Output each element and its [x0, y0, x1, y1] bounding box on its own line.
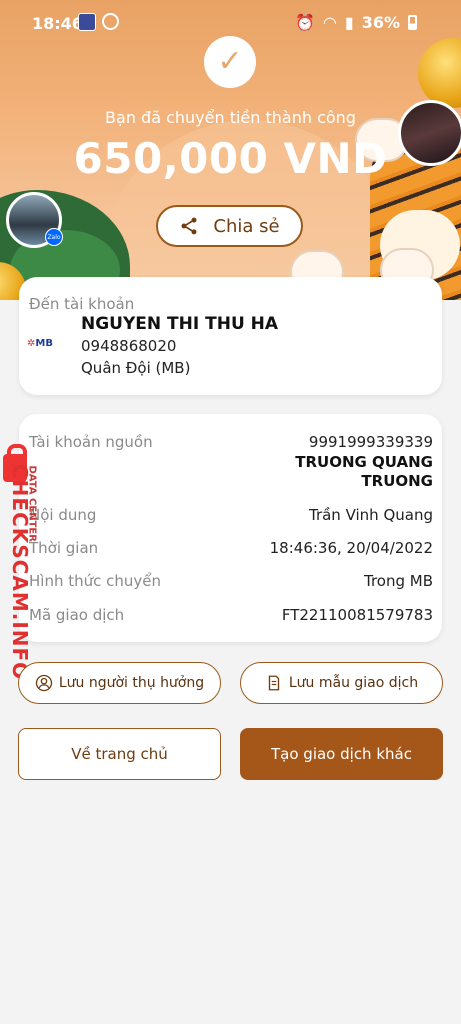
save-beneficiary-button[interactable]: Lưu người thụ hưởng — [18, 662, 221, 704]
save-template-button[interactable]: Lưu mẫu giao dịch — [240, 662, 443, 704]
wifi-icon: ◠ — [322, 13, 337, 32]
coin-decoration — [418, 38, 461, 108]
save-template-label: Lưu mẫu giao dịch — [288, 675, 419, 691]
watermark-site: CHECKSCAM.INFO — [8, 464, 32, 681]
share-icon — [181, 217, 197, 235]
new-transaction-button[interactable]: Tạo giao dịch khác — [240, 728, 443, 780]
transaction-details-card: Tài khoản nguồn 9991999339339 TRUONG QUA… — [19, 414, 442, 642]
home-button[interactable]: Về trang chủ — [18, 728, 221, 780]
signal-icon: ▮ — [344, 13, 354, 32]
success-message: Bạn đã chuyển tiền thành công — [105, 108, 356, 127]
alarm-icon: ⏰ — [295, 13, 315, 32]
transfer-amount: 650,000 VND — [73, 134, 388, 183]
watermark: DATA CENTER CHECKSCAM.INFO — [0, 444, 50, 682]
destination-label: Đến tài khoản — [29, 295, 135, 313]
messenger-icon — [102, 13, 119, 30]
source-name-line: TRUONG QUANG — [295, 453, 433, 471]
recipient-account: 0948868020 — [81, 337, 177, 355]
zalo-badge: Zalo — [45, 228, 63, 246]
transaction-id: FT22110081579783 — [281, 606, 433, 624]
mb-bank-logo: ✲MB — [27, 338, 53, 349]
destination-card: Đến tài khoản ✲MB NGUYEN THI THU HA 0948… — [19, 277, 442, 395]
person-icon — [35, 674, 53, 692]
battery-level: 36% — [361, 13, 400, 32]
check-icon: ✓ — [204, 36, 256, 88]
notification-icon — [78, 13, 96, 31]
recipient-name: NGUYEN THI THU HA — [81, 314, 279, 334]
recipient-bank: Quân Đội (MB) — [81, 359, 191, 377]
source-label: Tài khoản nguồn — [29, 433, 153, 451]
document-icon — [268, 675, 280, 691]
detail-value: Trần Vinh Quang — [308, 506, 433, 524]
source-account: 9991999339339 — [308, 433, 433, 451]
battery-icon — [408, 15, 417, 30]
detail-value: Trong MB — [363, 572, 433, 590]
detail-value: 18:46:36, 20/04/2022 — [269, 539, 433, 557]
source-name: TRUONG QUANG TRUONG — [295, 453, 433, 491]
source-name-line: TRUONG — [361, 472, 433, 490]
bank-logo-text: MB — [35, 338, 53, 349]
share-button[interactable]: Chia sẻ — [156, 205, 303, 247]
save-beneficiary-label: Lưu người thụ hưởng — [58, 675, 205, 691]
status-time: 18:46 — [32, 14, 83, 33]
share-label: Chia sẻ — [213, 215, 280, 237]
chat-head-avatar[interactable] — [398, 100, 461, 166]
